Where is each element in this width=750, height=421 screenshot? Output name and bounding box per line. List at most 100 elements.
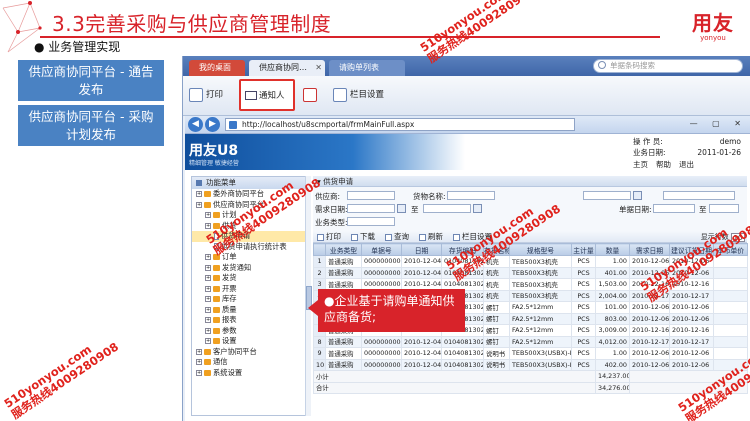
address-url: http://localhost/u8scmportal/frmMainFull…: [242, 120, 415, 129]
menu-item[interactable]: + 参数: [192, 326, 308, 337]
grid-query-button[interactable]: 查询: [385, 231, 409, 243]
close-icon[interactable]: ✕: [315, 60, 322, 76]
menu-item[interactable]: + 设置: [192, 336, 308, 347]
column-header[interactable]: 规格型号: [509, 243, 572, 256]
goods-input[interactable]: [447, 191, 495, 200]
need-date-to[interactable]: [423, 204, 471, 213]
menu-scrollbar[interactable]: [305, 176, 312, 416]
business-type-select[interactable]: [347, 217, 395, 226]
expand-toggle-icon[interactable]: +: [196, 359, 202, 365]
menu-item[interactable]: + 开票: [192, 284, 308, 295]
expand-toggle-icon[interactable]: +: [205, 275, 211, 281]
menu-item[interactable]: + 库存: [192, 294, 308, 305]
column-settings-button[interactable]: 栏目设置: [333, 82, 384, 108]
filter-input-3[interactable]: [583, 191, 631, 200]
menu-item[interactable]: + 通信: [192, 357, 308, 368]
forward-button[interactable]: ▶: [205, 117, 220, 132]
table-row[interactable]: 2普通采购00000000022010-12-0401040813026机壳TE…: [313, 266, 748, 279]
column-header[interactable]: [313, 243, 326, 256]
nav-box-plan-publish[interactable]: 供应商协同平台 - 采购计划发布: [18, 105, 164, 146]
table-cell: 普通采购: [325, 335, 362, 348]
home-link[interactable]: 主页: [633, 159, 648, 170]
table-row[interactable]: 8普通采购00000000022010-12-0401040813027螺钉FA…: [313, 335, 748, 348]
calendar-icon[interactable]: [397, 204, 406, 213]
table-cell: 8: [313, 335, 326, 348]
back-button[interactable]: ◀: [188, 117, 203, 132]
grid-columns-button[interactable]: 栏目设置: [453, 231, 492, 243]
lookup-button[interactable]: [633, 191, 642, 200]
folder-icon: [213, 222, 220, 229]
search-input[interactable]: 单据条码搜索: [593, 59, 743, 73]
table-cell: [713, 358, 748, 371]
table-cell: [713, 335, 748, 348]
menu-item[interactable]: + 报表: [192, 315, 308, 326]
column-header[interactable]: 存货编码: [441, 243, 484, 256]
address-bar[interactable]: http://localhost/u8scmportal/frmMainFull…: [225, 118, 575, 131]
section-bullet-text: 业务管理实现: [48, 40, 121, 54]
table-row[interactable]: 1普通采购00000000022010-12-0401040813026机壳TE…: [313, 255, 748, 268]
expand-toggle-icon[interactable]: +: [205, 264, 211, 271]
logout-link[interactable]: 退出: [679, 159, 694, 170]
expand-toggle-icon[interactable]: +: [205, 306, 211, 313]
filter-input-4[interactable]: [663, 191, 735, 200]
menu-item[interactable]: + 订单: [192, 252, 308, 263]
menu-item[interactable]: 供货申请: [192, 231, 308, 242]
column-header[interactable]: 数量: [595, 243, 630, 256]
table-row[interactable]: 9普通采购00000000022010-12-0401040813028说明书T…: [313, 347, 748, 360]
subtotal-value: 14,237.00: [595, 370, 630, 383]
table-row[interactable]: 10普通采购00000000022010-12-0401040813028说明书…: [313, 358, 748, 371]
menu-item[interactable]: + 发货通知: [192, 263, 308, 274]
need-date-from[interactable]: [347, 204, 395, 213]
menu-item[interactable]: + 委外商协同平台: [192, 189, 308, 200]
menu-item[interactable]: + 质量: [192, 305, 308, 316]
grid-download-button[interactable]: 下载: [351, 231, 375, 243]
grid-print-button[interactable]: 打印: [317, 231, 341, 243]
expand-toggle-icon[interactable]: +: [205, 285, 211, 292]
expand-toggle-icon[interactable]: +: [205, 338, 211, 344]
nav-box-notice-publish[interactable]: 供应商协同平台 - 通告发布: [18, 60, 164, 101]
expand-toggle-icon[interactable]: +: [196, 191, 202, 197]
menu-item[interactable]: + 客户协同平台: [192, 347, 308, 358]
tab-requisition-list[interactable]: 请购单列表: [329, 60, 405, 76]
expand-toggle-icon[interactable]: +: [205, 327, 211, 334]
expand-toggle-icon[interactable]: +: [196, 201, 202, 208]
supplier-input[interactable]: [347, 191, 395, 200]
calendar-icon[interactable]: [473, 204, 482, 213]
display-count-input[interactable]: 10: [731, 232, 745, 242]
notify-person-button[interactable]: 通知人: [239, 79, 295, 111]
menu-item[interactable]: + 供货: [192, 221, 308, 232]
column-header[interactable]: 需求日期: [629, 243, 670, 256]
table-cell: 101.00: [595, 301, 630, 314]
column-header[interactable]: 主计量: [571, 243, 596, 256]
expand-toggle-icon[interactable]: +: [205, 222, 211, 229]
expand-toggle-icon[interactable]: +: [205, 254, 211, 260]
menu-item[interactable]: + 供应商协同平台: [192, 200, 308, 211]
grid-refresh-button[interactable]: 刷新: [419, 231, 443, 243]
column-header[interactable]: 单据号: [361, 243, 402, 256]
table-cell: [713, 324, 748, 337]
menu-item[interactable]: + 计划: [192, 210, 308, 221]
help-link[interactable]: 帮助: [656, 159, 671, 170]
expand-toggle-icon[interactable]: +: [205, 317, 211, 323]
tab-my-desktop[interactable]: 我的桌面: [189, 60, 245, 76]
menu-item[interactable]: + 发货: [192, 273, 308, 284]
tab-supplier-collab[interactable]: 供应商协同… ✕: [249, 60, 325, 76]
expand-toggle-icon[interactable]: +: [196, 348, 202, 355]
menu-item[interactable]: 供货申请执行统计表: [192, 242, 308, 253]
column-header[interactable]: 建议订货日期: [669, 243, 714, 256]
expand-toggle-icon[interactable]: +: [196, 369, 202, 376]
print-button[interactable]: 打印: [189, 82, 223, 108]
column-header[interactable]: 本币单价: [713, 243, 748, 256]
column-header[interactable]: 日期: [401, 243, 442, 256]
window-controls[interactable]: — ▢ ✕: [690, 119, 747, 128]
table-cell: 机壳: [483, 289, 510, 302]
column-header[interactable]: 存货名称: [483, 243, 510, 256]
delete-button[interactable]: [303, 82, 320, 108]
menu-item-label: 客户协同平台: [213, 346, 257, 356]
expand-toggle-icon[interactable]: +: [205, 296, 211, 302]
doc-date-from[interactable]: [653, 204, 695, 213]
column-header[interactable]: 业务类型: [325, 243, 362, 256]
expand-toggle-icon[interactable]: +: [205, 212, 211, 218]
doc-date-to[interactable]: [709, 204, 739, 213]
menu-item[interactable]: + 系统设置: [192, 368, 308, 379]
